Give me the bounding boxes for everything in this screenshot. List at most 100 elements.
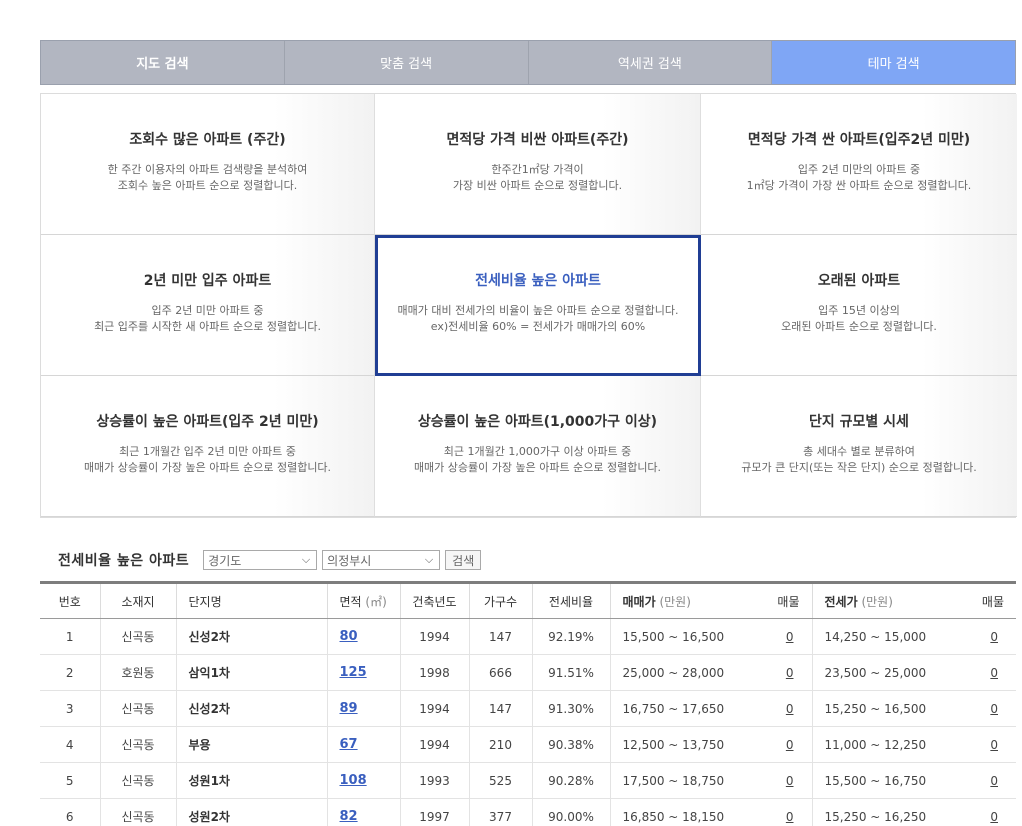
cell-complex: 삼익1차 [176, 654, 328, 691]
cell-year: 1998 [400, 654, 470, 691]
cell-location: 신곡동 [100, 618, 177, 655]
cell-sale-listings: 0 [760, 618, 813, 655]
header-households[interactable]: 가구수 [469, 582, 533, 619]
cell-year: 1997 [400, 798, 470, 826]
jeonse-listings-link[interactable]: 0 [990, 702, 998, 716]
city-select[interactable]: 의정부시 ⌵ [322, 550, 441, 570]
theme-title: 상승률이 높은 아파트(1,000가구 이상) [417, 413, 658, 430]
cell-year: 1994 [400, 726, 470, 763]
area-link[interactable]: 82 [340, 809, 358, 824]
header-no: 번호 [40, 582, 101, 619]
table-row: 3 신곡동 신성2차 89 1994 147 91.30% 16,750 ~ 1… [40, 690, 1016, 727]
cell-jeonse: 15,500 ~ 16,750 [812, 762, 970, 799]
area-link[interactable]: 108 [340, 773, 367, 788]
tab-map-search[interactable]: 지도 검색 [41, 41, 285, 84]
theme-desc-line1: 한 주간 이용자의 아파트 검색량을 분석하여 [107, 162, 308, 176]
tab-custom-search[interactable]: 맞춤 검색 [284, 41, 529, 84]
area-link[interactable]: 67 [340, 737, 358, 752]
filter-bar: 전세비율 높은 아파트 경기도 ⌵ 의정부시 ⌵ 검색 [58, 548, 482, 572]
area-link[interactable]: 89 [340, 701, 358, 716]
theme-desc-line2: 1㎡당 가격이 가장 싼 아파트 순으로 정렬합니다. [746, 178, 972, 192]
theme-desc-line2: 규모가 큰 단지(또는 작은 단지) 순으로 정렬합니다. [741, 460, 977, 474]
area-link[interactable]: 80 [340, 629, 358, 644]
sale-listings-link[interactable]: 0 [786, 666, 794, 680]
theme-title: 면적당 가격 싼 아파트(입주2년 미만) [747, 131, 971, 148]
cell-sale: 16,850 ~ 18,150 [610, 798, 760, 826]
theme-new-apartments[interactable]: 2년 미만 입주 아파트 입주 2년 미만 아파트 중 최근 입주를 시작한 새… [41, 235, 375, 376]
table-row: 6 신곡동 성원2차 82 1997 377 90.00% 16,850 ~ 1… [40, 798, 1016, 826]
cell-location: 신곡동 [100, 726, 177, 763]
header-area[interactable]: 면적 (㎡) [327, 582, 401, 619]
theme-title: 조회수 많은 아파트 (주간) [129, 131, 286, 148]
theme-desc-line1: 총 세대수 별로 분류하여 [803, 444, 915, 458]
sale-listings-link[interactable]: 0 [786, 810, 794, 824]
theme-rising-large[interactable]: 상승률이 높은 아파트(1,000가구 이상) 최근 1개월간 1,000가구 … [375, 376, 701, 517]
search-tabs: 지도 검색 맞춤 검색 역세권 검색 테마 검색 [40, 40, 1016, 85]
theme-desc-line2: 오래된 아파트 순으로 정렬합니다. [781, 319, 937, 333]
city-value: 의정부시 [327, 553, 372, 568]
theme-expensive-per-area[interactable]: 면적당 가격 비싼 아파트(주간) 한주간1㎡당 가격이 가장 비싼 아파트 순… [375, 94, 701, 235]
sale-listings-link[interactable]: 0 [786, 774, 794, 788]
table-row: 1 신곡동 신성2차 80 1994 147 92.19% 15,500 ~ 1… [40, 618, 1016, 655]
cell-households: 147 [469, 618, 533, 655]
theme-old-apartments[interactable]: 오래된 아파트 입주 15년 이상의 오래된 아파트 순으로 정렬합니다. [701, 235, 1017, 376]
header-year[interactable]: 건축년도 [400, 582, 470, 619]
search-button[interactable]: 검색 [445, 550, 482, 570]
cell-households: 377 [469, 798, 533, 826]
theme-desc-line2: ex)전세비율 60% = 전세가가 매매가의 60% [430, 320, 646, 333]
cell-sale-listings: 0 [760, 654, 813, 691]
sale-listings-link[interactable]: 0 [786, 630, 794, 644]
cell-year: 1993 [400, 762, 470, 799]
table-header-row: 번호 소재지 단지명 면적 (㎡) 건축년도 가구수 전세비율 매매가 (만원)… [40, 582, 1016, 619]
cell-households: 525 [469, 762, 533, 799]
theme-high-jeonse-ratio[interactable]: 전세비율 높은 아파트 매매가 대비 전세가의 비율이 높은 아파트 순으로 정… [375, 235, 701, 376]
jeonse-listings-link[interactable]: 0 [990, 810, 998, 824]
table-row: 4 신곡동 부용 67 1994 210 90.38% 12,500 ~ 13,… [40, 726, 1016, 763]
cell-jeonse: 15,250 ~ 16,250 [812, 798, 970, 826]
apartment-table: 번호 소재지 단지명 면적 (㎡) 건축년도 가구수 전세비율 매매가 (만원)… [40, 581, 1016, 826]
theme-desc-line2: 최근 입주를 시작한 새 아파트 순으로 정렬합니다. [94, 319, 321, 333]
tab-station-search[interactable]: 역세권 검색 [528, 41, 773, 84]
theme-cheap-per-area[interactable]: 면적당 가격 싼 아파트(입주2년 미만) 입주 2년 미만의 아파트 중 1㎡… [701, 94, 1017, 235]
tab-theme-search[interactable]: 테마 검색 [772, 41, 1015, 84]
cell-complex: 성원1차 [176, 762, 328, 799]
cell-sale: 12,500 ~ 13,750 [610, 726, 760, 763]
header-jeonse[interactable]: 전세가 (만원) [812, 582, 970, 619]
theme-grid: 조회수 많은 아파트 (주간) 한 주간 이용자의 아파트 검색량을 분석하여 … [40, 93, 1017, 518]
cell-jeonse-listings: 0 [970, 762, 1016, 799]
table-row: 5 신곡동 성원1차 108 1993 525 90.28% 17,500 ~ … [40, 762, 1016, 799]
cell-location: 신곡동 [100, 798, 177, 826]
theme-rising-new[interactable]: 상승률이 높은 아파트(입주 2년 미만) 최근 1개월간 입주 2년 미만 아… [41, 376, 375, 517]
header-jeonse-listings: 매물 [970, 582, 1016, 619]
province-select[interactable]: 경기도 ⌵ [203, 550, 318, 570]
cell-area: 67 [327, 726, 401, 763]
theme-desc-line1: 최근 1개월간 입주 2년 미만 아파트 중 [119, 444, 296, 458]
jeonse-listings-link[interactable]: 0 [990, 738, 998, 752]
jeonse-listings-link[interactable]: 0 [990, 774, 998, 788]
sale-listings-link[interactable]: 0 [786, 738, 794, 752]
sale-listings-link[interactable]: 0 [786, 702, 794, 716]
theme-desc-line1: 매매가 대비 전세가의 비율이 높은 아파트 순으로 정렬합니다. [397, 304, 679, 317]
theme-title: 단지 규모별 시세 [809, 413, 909, 430]
cell-ratio: 90.00% [532, 798, 611, 826]
table-row: 2 호원동 삼익1차 125 1998 666 91.51% 25,000 ~ … [40, 654, 1016, 691]
header-ratio[interactable]: 전세비율 [532, 582, 611, 619]
theme-most-viewed[interactable]: 조회수 많은 아파트 (주간) 한 주간 이용자의 아파트 검색량을 분석하여 … [41, 94, 375, 235]
cell-location: 신곡동 [100, 690, 177, 727]
theme-desc-line2: 매매가 상승률이 가장 높은 아파트 순으로 정렬합니다. [83, 460, 332, 474]
header-sale-listings: 매물 [760, 582, 813, 619]
theme-desc-line1: 입주 15년 이상의 [818, 303, 900, 317]
cell-complex: 신성2차 [176, 618, 328, 655]
cell-sale-listings: 0 [760, 726, 813, 763]
cell-sale: 17,500 ~ 18,750 [610, 762, 760, 799]
theme-desc-line1: 입주 2년 미만의 아파트 중 [797, 162, 921, 176]
jeonse-listings-link[interactable]: 0 [990, 666, 998, 680]
cell-no: 4 [40, 726, 101, 763]
jeonse-listings-link[interactable]: 0 [990, 630, 998, 644]
cell-complex: 신성2차 [176, 690, 328, 727]
cell-ratio: 90.38% [532, 726, 611, 763]
header-sale[interactable]: 매매가 (만원) [610, 582, 760, 619]
theme-by-complex-size[interactable]: 단지 규모별 시세 총 세대수 별로 분류하여 규모가 큰 단지(또는 작은 단… [701, 376, 1017, 517]
area-link[interactable]: 125 [340, 665, 367, 680]
cell-complex: 성원2차 [176, 798, 328, 826]
